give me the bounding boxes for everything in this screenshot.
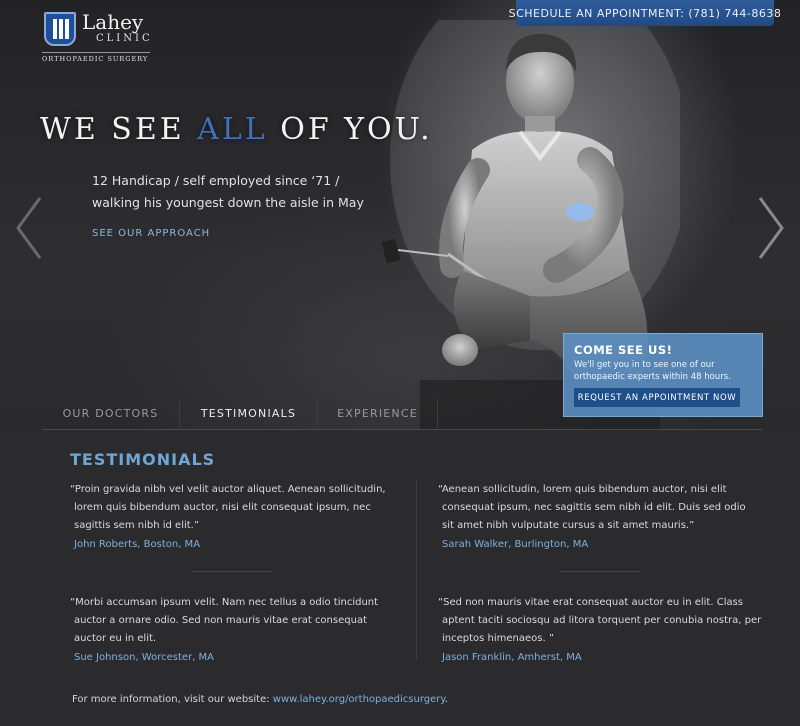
see-our-approach-link[interactable]: SEE OUR APPROACH: [92, 228, 210, 239]
tab-our-doctors[interactable]: OUR DOCTORS: [42, 398, 180, 428]
column-divider: [416, 480, 417, 660]
quote-line: “Proin gravida nibh vel velit auctor ali…: [70, 484, 386, 495]
testimonial-author: Jason Franklin, Amherst, MA: [442, 652, 582, 663]
quote-line: “Morbi accumsan ipsum velit. Nam nec tel…: [70, 597, 379, 608]
website-link[interactable]: www.lahey.org/orthopaedicsurgery: [273, 694, 445, 705]
testimonial-card: “Proin gravida nibh vel velit auctor ali…: [70, 481, 400, 550]
tab-bar: OUR DOCTORS TESTIMONIALS EXPERIENCE: [42, 398, 762, 430]
quote-line: aptent taciti sociosqu ad litora torquen…: [442, 615, 762, 626]
quote-line: “Sed non mauris vitae erat consequat auc…: [438, 597, 744, 608]
testimonial-author: John Roberts, Boston, MA: [74, 539, 201, 550]
logo-divider: [42, 52, 150, 53]
quote-line: sagittis sem nibh id elit.”: [74, 520, 200, 531]
schedule-label: SCHEDULE AN APPOINTMENT:: [508, 6, 685, 20]
lahey-logo[interactable]: Lahey CLINIC ORTHOPAEDIC SURGERY: [42, 10, 154, 66]
testimonial-divider: [192, 571, 272, 572]
quote-line: inceptos himenaeos. ”: [442, 633, 555, 644]
hero-headline: WE SEE ALL OF YOU.: [40, 112, 433, 147]
hero-subline-2: walking his youngest down the aisle in M…: [92, 195, 364, 210]
quote-line: auctor a ornare odio. Sed non mauris vit…: [74, 615, 367, 626]
schedule-phone: (781) 744-8638: [688, 6, 782, 20]
logo-subtitle: CLINIC: [96, 33, 153, 44]
hero-subline: 12 Handicap / self employed since ‘71 / …: [92, 170, 364, 214]
section-title: TESTIMONIALS: [70, 450, 216, 469]
schedule-appointment-button[interactable]: SCHEDULE AN APPOINTMENT: (781) 744-8638: [509, 0, 781, 26]
testimonial-quote: “Aenean sollicitudin, lorem quis bibendu…: [438, 481, 768, 535]
promo-title: COME SEE US!: [574, 343, 673, 357]
tab-experience[interactable]: EXPERIENCE: [318, 398, 438, 428]
quote-line: “Aenean sollicitudin, lorem quis bibendu…: [438, 484, 727, 495]
headline-pre: WE SEE: [40, 112, 185, 147]
testimonial-card: “Aenean sollicitudin, lorem quis bibendu…: [438, 481, 768, 550]
logo-name: Lahey: [82, 10, 144, 34]
footer-prefix: For more information, visit our website:: [72, 694, 270, 705]
logo-tagline: ORTHOPAEDIC SURGERY: [42, 55, 149, 63]
headline-accent: ALL: [197, 112, 268, 147]
testimonial-card: “Morbi accumsan ipsum velit. Nam nec tel…: [70, 594, 400, 663]
testimonial-quote: “Proin gravida nibh vel velit auctor ali…: [70, 481, 400, 535]
quote-line: sit amet nibh vulputate cursus a sit ame…: [442, 520, 695, 531]
testimonial-author: Sue Johnson, Worcester, MA: [74, 652, 214, 663]
hero-banner: Lahey CLINIC ORTHOPAEDIC SURGERY SCHEDUL…: [0, 0, 800, 430]
quote-line: lorem quis bibendum auctor, nisi elit co…: [74, 502, 371, 513]
testimonial-card: “Sed non mauris vitae erat consequat auc…: [438, 594, 768, 663]
quote-line: auctor eu in elit.: [74, 633, 157, 644]
promo-text: We'll get you in to see one of our ortho…: [574, 360, 731, 382]
testimonial-author: Sarah Walker, Burlington, MA: [442, 539, 589, 550]
tab-testimonials[interactable]: TESTIMONIALS: [180, 398, 318, 428]
testimonial-quote: “Sed non mauris vitae erat consequat auc…: [438, 594, 768, 648]
hero-subline-1: 12 Handicap / self employed since ‘71 /: [92, 173, 340, 188]
page: Lahey CLINIC ORTHOPAEDIC SURGERY SCHEDUL…: [0, 0, 800, 726]
chevron-left-icon[interactable]: [14, 196, 44, 260]
footer-suffix: .: [444, 694, 449, 705]
chevron-right-icon[interactable]: [756, 196, 786, 260]
quote-line: consequat ipsum, nec sagittis sem nibh i…: [442, 502, 746, 513]
testimonial-quote: “Morbi accumsan ipsum velit. Nam nec tel…: [70, 594, 400, 648]
headline-post: OF YOU.: [280, 112, 433, 147]
testimonial-divider: [560, 571, 640, 572]
shield-logo-icon: [44, 12, 76, 46]
footer-info: For more information, visit our website:…: [72, 694, 448, 705]
